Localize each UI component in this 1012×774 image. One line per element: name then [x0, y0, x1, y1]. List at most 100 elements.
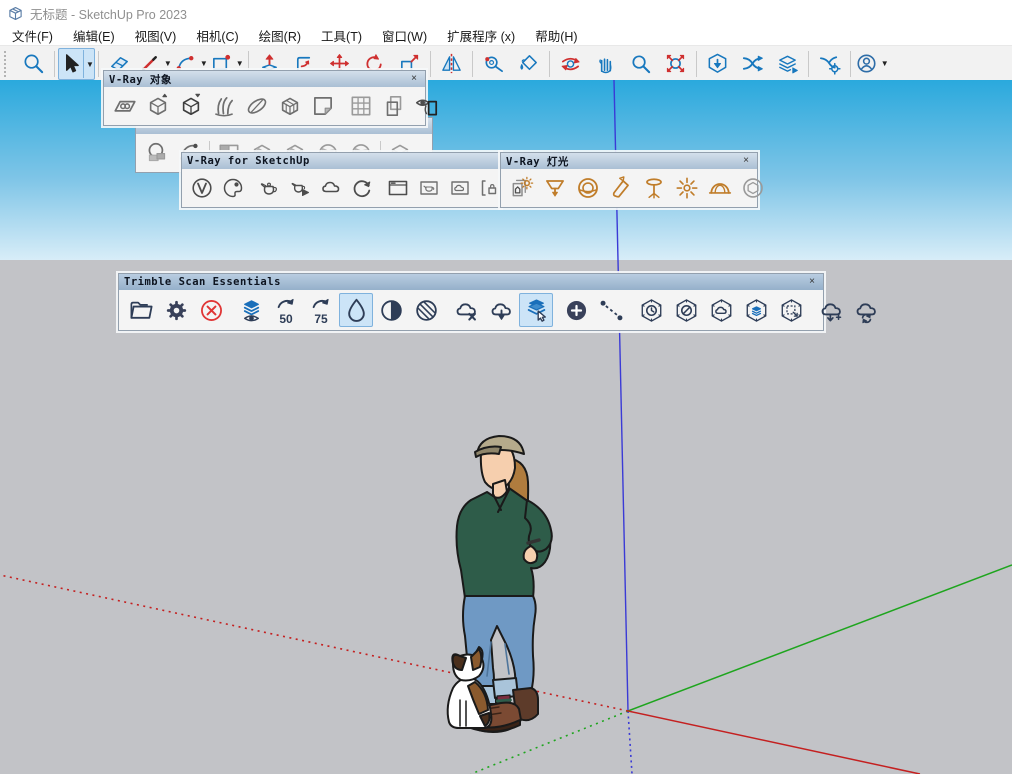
zoom-tool-button[interactable] [623, 48, 658, 80]
scan-close-button[interactable] [194, 293, 228, 327]
orbit-icon [559, 52, 582, 75]
vo-plane-icon [112, 93, 138, 119]
toolbar-title: V-Ray 对象 [109, 72, 172, 87]
vray-grid-button[interactable] [345, 90, 377, 122]
scan-region-clear-button[interactable] [669, 293, 703, 327]
menu-camera[interactable]: 相机(C) [186, 26, 248, 45]
vray-light-gen-button[interactable] [506, 172, 538, 204]
scan-region-history-button[interactable] [634, 293, 668, 327]
vray-ies-light-button[interactable] [638, 172, 670, 204]
scan-cloud-remove-button[interactable] [449, 293, 483, 327]
scan-opacity-button[interactable] [339, 293, 373, 327]
scan-open-button[interactable] [124, 293, 158, 327]
vray-fur-button[interactable] [208, 90, 240, 122]
vray-mesh-light-button[interactable] [737, 172, 769, 204]
menu-extensions[interactable]: 扩展程序 (x) [437, 26, 525, 45]
scan-add-point-button[interactable] [559, 293, 593, 327]
menu-tools[interactable]: 工具(T) [311, 26, 372, 45]
toolbar-trimble-scan-essentials[interactable]: Trimble Scan Essentials × 5075 [118, 273, 824, 331]
close-icon[interactable]: × [806, 275, 818, 289]
extension-manager-button[interactable] [812, 48, 847, 80]
scan-region-select-button[interactable] [774, 293, 808, 327]
orbit-tool-button[interactable] [553, 48, 588, 80]
scan-region-cloud-button[interactable] [704, 293, 738, 327]
toolbar-vray-for-sketchup[interactable]: V-Ray for SketchUp [181, 152, 501, 208]
menu-view[interactable]: 视图(V) [125, 26, 187, 45]
vray-frames-button[interactable] [378, 90, 410, 122]
hidden-sphere-tool-button[interactable] [141, 137, 173, 169]
toolbar-titlebar[interactable]: V-Ray 灯光 × [501, 153, 757, 169]
scan-hatch-style-button[interactable] [409, 293, 443, 327]
toolbar-vray-objects[interactable]: V-Ray 对象 × [103, 70, 426, 126]
vray-displacement-button[interactable] [274, 90, 306, 122]
toolbar-titlebar[interactable]: V-Ray 对象 × [104, 71, 425, 87]
vray-render-button[interactable] [254, 172, 284, 204]
toolbar-title: Trimble Scan Essentials [124, 276, 281, 288]
scan-visibility-button[interactable] [234, 293, 268, 327]
scan-density-75-button[interactable]: 75 [304, 293, 338, 327]
vray-frame-buffer-button[interactable] [383, 172, 413, 204]
scan-cloud-import-button[interactable] [484, 293, 518, 327]
vray-import-proxy-button[interactable] [175, 90, 207, 122]
dropdown-caret-icon[interactable]: ▼ [83, 50, 94, 78]
search-tool-button[interactable] [16, 48, 51, 80]
vray-spot-light-button[interactable] [605, 172, 637, 204]
vl-omni-icon [674, 175, 700, 201]
scan-contrast-button[interactable] [374, 293, 408, 327]
select-tool-button[interactable]: ▼ [58, 48, 95, 80]
send-to-layout-button[interactable] [770, 48, 805, 80]
vray-visibility-button[interactable] [411, 90, 443, 122]
vray-cloud-batch-button[interactable] [445, 172, 475, 204]
extension-warehouse-button[interactable] [735, 48, 770, 80]
toolbar-titlebar[interactable]: Trimble Scan Essentials × [119, 274, 823, 290]
vray-interactive-render-button[interactable] [347, 172, 377, 204]
vray-rectangle-light-button[interactable] [539, 172, 571, 204]
scan-density-50-button[interactable]: 50 [269, 293, 303, 327]
vray-clipper-button[interactable] [241, 90, 273, 122]
toolbar-vray-lights[interactable]: V-Ray 灯光 × [500, 152, 758, 208]
scan-region-layers-button[interactable] [739, 293, 773, 327]
account-button[interactable]: ▼ [854, 48, 890, 80]
toolbar-grip[interactable] [4, 51, 12, 77]
toolbar-body [501, 169, 757, 207]
vray-omni-light-button[interactable] [671, 172, 703, 204]
scan-measure-line-button[interactable] [594, 293, 628, 327]
menu-draw[interactable]: 绘图(R) [249, 26, 311, 45]
close-icon[interactable]: × [408, 72, 420, 86]
tr-layers-hand-icon [523, 297, 550, 324]
scan-cloud-sync-button[interactable] [849, 293, 883, 327]
vray-sphere-light-button[interactable] [572, 172, 604, 204]
person-figure[interactable] [435, 430, 570, 735]
vs-batch-icon [417, 176, 441, 200]
menu-file[interactable]: 文件(F) [2, 26, 63, 45]
menu-edit[interactable]: 编辑(E) [63, 26, 125, 45]
toolbar-separator [850, 51, 851, 77]
toolbar-separator [98, 51, 99, 77]
vo-export-icon [145, 93, 171, 119]
menu-help[interactable]: 帮助(H) [525, 26, 587, 45]
scan-cloud-download-button[interactable] [814, 293, 848, 327]
toolbar-titlebar[interactable]: V-Ray for SketchUp [182, 153, 500, 169]
vray-render-last-button[interactable] [285, 172, 315, 204]
vs-cloudframe-icon [448, 176, 472, 200]
zoom-extents-tool-button[interactable] [658, 48, 693, 80]
dropdown-caret-icon[interactable]: ▼ [879, 49, 889, 79]
scan-settings-button[interactable] [159, 293, 193, 327]
3d-warehouse-button[interactable] [700, 48, 735, 80]
vray-logo-button-button[interactable] [187, 172, 217, 204]
pan-tool-button[interactable] [588, 48, 623, 80]
flip-tool-button[interactable] [434, 48, 469, 80]
vray-batch-render-button[interactable] [414, 172, 444, 204]
tape-measure-tool-button[interactable] [476, 48, 511, 80]
vray-render-cloud-button[interactable] [316, 172, 346, 204]
scan-pick-points-button[interactable] [519, 293, 553, 327]
vray-infinite-plane-button[interactable] [109, 90, 141, 122]
vray-asset-editor-button[interactable] [218, 172, 248, 204]
close-icon[interactable]: × [740, 154, 752, 168]
vl-rect-icon [542, 175, 568, 201]
vray-clip-plane-button[interactable] [307, 90, 339, 122]
menu-window[interactable]: 窗口(W) [372, 26, 437, 45]
paint-bucket-tool-button[interactable] [511, 48, 546, 80]
vray-export-proxy-button[interactable] [142, 90, 174, 122]
vray-dome-light-button[interactable] [704, 172, 736, 204]
